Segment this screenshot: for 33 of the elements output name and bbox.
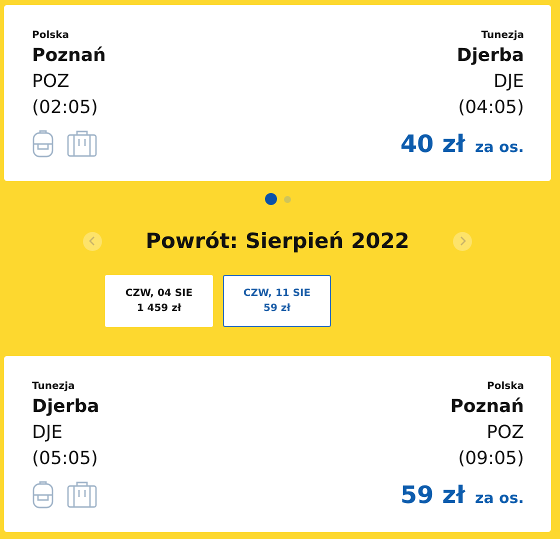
- airport-code: POZ: [486, 421, 524, 445]
- carousel-dot[interactable]: [264, 193, 276, 205]
- country-label: Tunezja: [32, 380, 75, 394]
- airport-code: POZ: [32, 70, 70, 94]
- flight-time: (02:05): [32, 96, 98, 120]
- airport-code: DJE: [32, 421, 63, 445]
- country-label: Polska: [32, 29, 69, 43]
- flight-time: (09:05): [458, 447, 524, 471]
- price: 40 zł: [400, 130, 465, 158]
- city-name: Djerba: [456, 44, 524, 68]
- backpack-icon: [32, 129, 54, 158]
- city-name: Poznań: [32, 44, 106, 68]
- suitcase-icon: [67, 130, 97, 157]
- city-name: Poznań: [450, 395, 524, 419]
- country-label: Polska: [487, 380, 524, 394]
- country-label: Tunezja: [481, 29, 524, 43]
- return-heading: Powrót: Sierpień 2022: [146, 229, 410, 253]
- chevron-right-icon: [460, 236, 466, 246]
- previous-button[interactable]: [82, 232, 102, 250]
- chevron-left-icon: [89, 236, 95, 246]
- per-person-label: za os.: [474, 138, 524, 156]
- per-person-label: za os.: [474, 488, 524, 506]
- flight-time: (04:05): [458, 96, 524, 120]
- date-option[interactable]: CZW, 11 SIE 59 zł: [223, 275, 331, 327]
- carousel-dot[interactable]: [284, 196, 290, 202]
- flight-time: (05:05): [32, 447, 98, 471]
- city-name: Djerba: [32, 395, 100, 419]
- backpack-icon: [32, 480, 54, 509]
- date-option[interactable]: CZW, 04 SIE 1 459 zł: [105, 275, 213, 327]
- airport-code: DJE: [493, 70, 524, 94]
- price: 59 zł: [400, 480, 465, 508]
- suitcase-icon: [67, 481, 97, 508]
- next-button[interactable]: [453, 232, 472, 250]
